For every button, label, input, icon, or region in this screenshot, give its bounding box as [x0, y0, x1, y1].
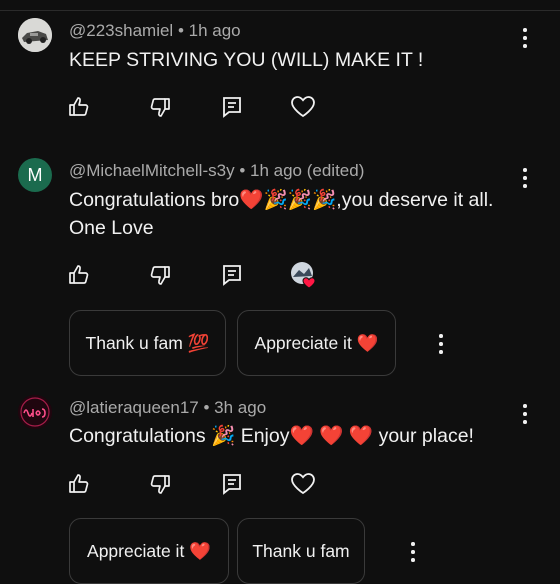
- car-photo-avatar-icon: [18, 18, 52, 52]
- reply-icon[interactable]: [215, 258, 249, 292]
- comment-author[interactable]: @223shamiel: [69, 21, 173, 40]
- reply-suggestion-chip[interactable]: Thank u fam 💯: [69, 310, 226, 376]
- more-vert-icon[interactable]: [518, 168, 532, 188]
- avatar[interactable]: [18, 18, 52, 52]
- top-divider: [0, 0, 560, 11]
- comment-meta: @MichaelMitchell-s3y • 1h ago (edited): [69, 161, 364, 181]
- heart-icon[interactable]: [286, 467, 320, 501]
- reply-suggestion-chip[interactable]: Appreciate it ❤️: [237, 310, 396, 376]
- avatar[interactable]: M: [18, 158, 52, 192]
- reply-icon[interactable]: [215, 90, 249, 124]
- comment-text: Congratulations bro❤️🎉🎉🎉,you deserve it …: [69, 189, 494, 239]
- comment-author[interactable]: @MichaelMitchell-s3y: [69, 161, 235, 180]
- thumbs-down-icon[interactable]: [143, 258, 177, 292]
- reply-icon[interactable]: [215, 467, 249, 501]
- reply-suggestion-chip[interactable]: Thank u fam: [237, 518, 365, 584]
- avatar[interactable]: [18, 395, 52, 429]
- more-vert-icon[interactable]: [518, 28, 532, 48]
- thumbs-down-icon[interactable]: [143, 467, 177, 501]
- comment-meta: @latieraqueen17 • 3h ago: [69, 398, 266, 418]
- thumbs-up-icon[interactable]: [62, 467, 96, 501]
- meta-separator: •: [177, 21, 184, 40]
- thumbs-up-icon[interactable]: [62, 258, 96, 292]
- reply-suggestion-chip[interactable]: Appreciate it ❤️: [69, 518, 229, 584]
- creator-heart-icon[interactable]: [287, 258, 321, 292]
- thumbs-down-icon[interactable]: [143, 90, 177, 124]
- comment-text: KEEP STRIVING YOU (WILL) MAKE IT !: [69, 49, 424, 71]
- more-vert-icon[interactable]: [518, 404, 532, 424]
- more-vert-icon[interactable]: [434, 334, 448, 354]
- neon-sign-avatar-icon: [18, 395, 52, 429]
- more-vert-icon[interactable]: [406, 542, 420, 562]
- comment-time[interactable]: 3h ago: [214, 398, 266, 417]
- comment-author[interactable]: @latieraqueen17: [69, 398, 199, 417]
- meta-separator: •: [239, 161, 246, 180]
- comment-time[interactable]: 1h ago (edited): [250, 161, 364, 180]
- comment-meta: @223shamiel • 1h ago: [69, 21, 241, 41]
- thumbs-up-icon[interactable]: [62, 90, 96, 124]
- heart-icon[interactable]: [286, 90, 320, 124]
- meta-separator: •: [203, 398, 210, 417]
- comment-time[interactable]: 1h ago: [189, 21, 241, 40]
- avatar-letter: M: [27, 164, 43, 185]
- comment-text: Congratulations 🎉 Enjoy❤️ ❤️ ❤️ your pla…: [69, 425, 474, 447]
